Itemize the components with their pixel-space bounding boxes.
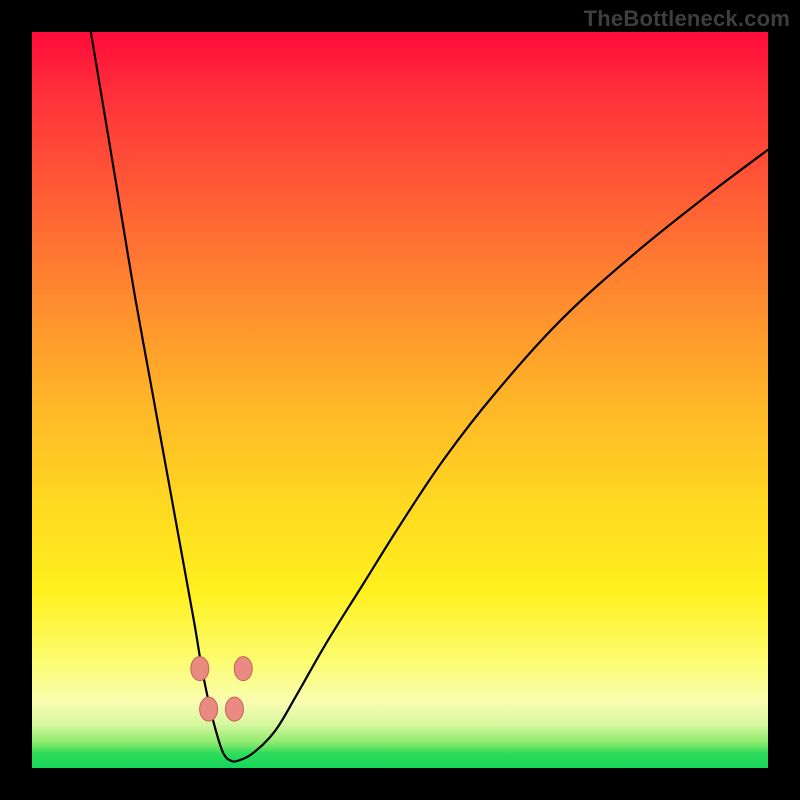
plot-area bbox=[32, 32, 768, 768]
bottleneck-curve bbox=[91, 32, 768, 762]
chart-frame: TheBottleneck.com bbox=[0, 0, 800, 800]
curve-marker-3 bbox=[225, 697, 243, 721]
curve-layer bbox=[32, 32, 768, 768]
curve-marker-0 bbox=[191, 657, 209, 681]
watermark-text: TheBottleneck.com bbox=[584, 6, 790, 32]
curve-marker-2 bbox=[200, 697, 218, 721]
curve-marker-1 bbox=[234, 657, 252, 681]
curve-markers bbox=[191, 657, 252, 721]
